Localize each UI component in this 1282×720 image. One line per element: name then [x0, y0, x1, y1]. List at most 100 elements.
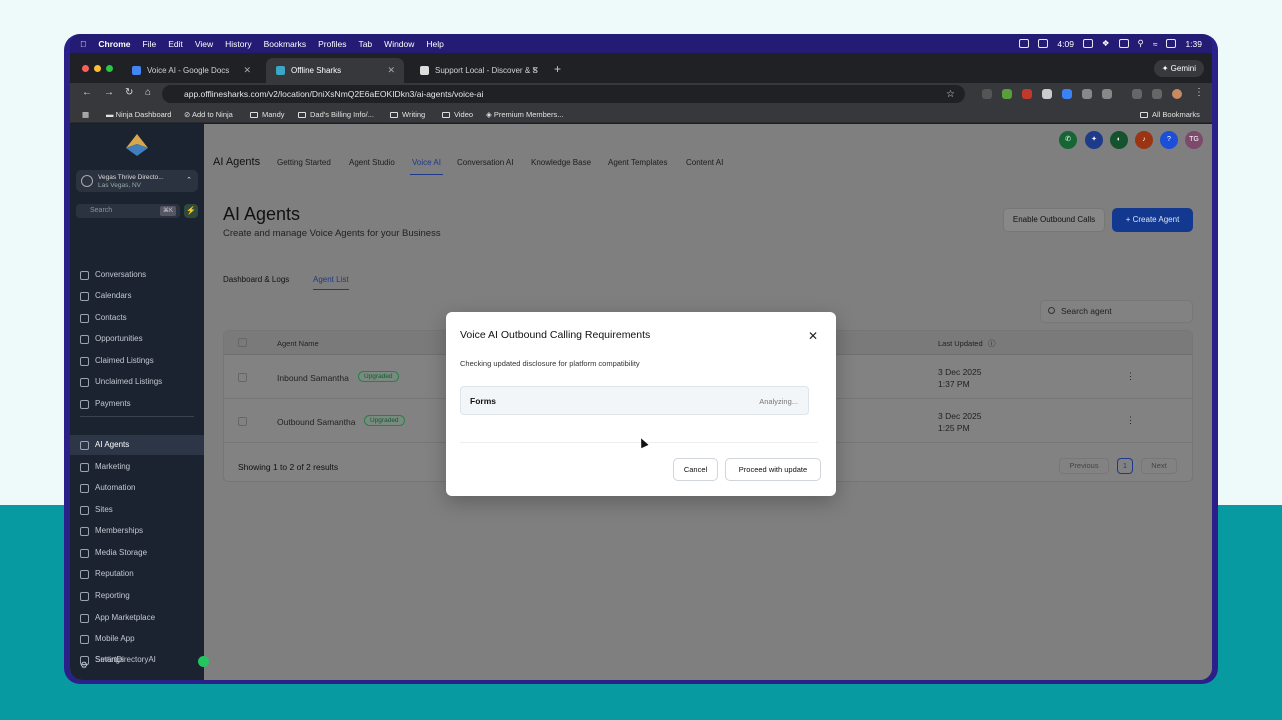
search-icon[interactable]: ⚲: [1138, 38, 1144, 49]
menu-history[interactable]: History: [225, 39, 251, 49]
close-tab-icon[interactable]: ✕: [531, 65, 539, 76]
menu-tab[interactable]: Tab: [358, 39, 372, 49]
wifi-icon[interactable]: ≈: [1153, 39, 1158, 49]
pagination-previous-button[interactable]: Previous: [1059, 458, 1109, 474]
pagination-next-button[interactable]: Next: [1141, 458, 1177, 474]
tab-agent-templates[interactable]: Agent Templates: [608, 158, 667, 167]
row-menu-icon[interactable]: ⋮: [1126, 415, 1135, 426]
proceed-with-update-button[interactable]: Proceed with update: [725, 458, 821, 481]
close-tab-icon[interactable]: ✕: [243, 65, 251, 76]
notification-bell-icon[interactable]: ♪: [1135, 131, 1153, 149]
apps-grid-icon[interactable]: ▦: [82, 110, 89, 119]
extension-icon[interactable]: [1082, 89, 1092, 99]
search-agent-input[interactable]: Search agent: [1040, 300, 1193, 323]
address-bar[interactable]: app.offlinesharks.com/v2/location/DniXsN…: [162, 85, 965, 103]
timer-readout[interactable]: 4:09: [1057, 39, 1074, 49]
subtab-dashboard-logs[interactable]: Dashboard & Logs: [223, 275, 289, 284]
sparkle-icon[interactable]: ✦: [1085, 131, 1103, 149]
download-icon[interactable]: [1152, 89, 1162, 99]
sidebar-item-calendars[interactable]: Calendars: [70, 286, 204, 306]
pagination-page-button[interactable]: 1: [1117, 458, 1133, 474]
bookmark-folder[interactable]: Writing: [390, 110, 425, 119]
browser-tab[interactable]: Support Local - Discover & S ✕: [410, 58, 548, 83]
tab-agent-studio[interactable]: Agent Studio: [349, 158, 395, 167]
extensions-puzzle-icon[interactable]: [1102, 89, 1112, 99]
quick-action-bolt-icon[interactable]: ⚡: [184, 204, 198, 218]
sidebar-item-automation[interactable]: Automation: [70, 478, 204, 498]
bookmark-item[interactable]: ◈ Premium Members...: [486, 110, 563, 119]
close-window-icon[interactable]: [82, 65, 89, 72]
menu-help[interactable]: Help: [426, 39, 443, 49]
browser-menu-icon[interactable]: ⋮: [1194, 87, 1204, 98]
sidebar-item-contacts[interactable]: Contacts: [70, 308, 204, 328]
calendar-extension-icon[interactable]: [1022, 89, 1032, 99]
location-switcher[interactable]: Vegas Thrive Directo... Las Vegas, NV ⌃: [76, 170, 198, 192]
screen-icon[interactable]: [1118, 39, 1129, 48]
phone-call-icon[interactable]: ✆: [1059, 131, 1077, 149]
tab-voice-ai[interactable]: Voice AI: [410, 158, 443, 175]
battery-icon[interactable]: [1166, 39, 1177, 48]
new-tab-icon[interactable]: +: [554, 62, 561, 76]
minimize-window-icon[interactable]: [94, 65, 101, 72]
sidebar-item-memberships[interactable]: Memberships: [70, 521, 204, 541]
browser-tab-active[interactable]: Offline Sharks ✕: [266, 58, 404, 83]
sidebar-item-app-marketplace[interactable]: App Marketplace: [70, 608, 204, 628]
status-icon[interactable]: [1038, 39, 1049, 48]
gemini-button[interactable]: ✦ Gemini: [1153, 60, 1204, 77]
extension-icon[interactable]: [1062, 89, 1072, 99]
sidebar-item-opportunities[interactable]: Opportunities: [70, 329, 204, 349]
row-checkbox[interactable]: [238, 373, 247, 382]
tab-conversation-ai[interactable]: Conversation AI: [457, 158, 513, 167]
menu-edit[interactable]: Edit: [168, 39, 183, 49]
sidebar-item-reporting[interactable]: Reporting: [70, 586, 204, 606]
close-icon[interactable]: ✕: [808, 329, 818, 343]
sidebar-item-unclaimed-listings[interactable]: Unclaimed Listings: [70, 372, 204, 392]
agent-name[interactable]: Inbound Samantha: [277, 373, 349, 383]
info-icon[interactable]: ⓘ: [988, 338, 996, 349]
back-icon[interactable]: ←: [82, 87, 92, 98]
side-panel-icon[interactable]: [1132, 89, 1142, 99]
menu-profiles[interactable]: Profiles: [318, 39, 346, 49]
bookmark-item[interactable]: ⊘ Add to Ninja: [184, 110, 233, 119]
user-avatar[interactable]: TG: [1185, 131, 1203, 149]
sidebar-item-reputation[interactable]: Reputation: [70, 564, 204, 584]
sidebar-item-marketing[interactable]: Marketing: [70, 457, 204, 477]
sidebar-search[interactable]: Search ⌘K: [76, 204, 180, 218]
bookmark-star-icon[interactable]: ☆: [946, 89, 955, 100]
browser-tab[interactable]: Voice AI - Google Docs ✕: [122, 58, 260, 83]
create-agent-button[interactable]: + Create Agent: [1112, 208, 1193, 232]
sidebar-item-ai-agents[interactable]: AI Agents: [70, 435, 204, 455]
menu-file[interactable]: File: [143, 39, 157, 49]
row-menu-icon[interactable]: ⋮: [1126, 371, 1135, 382]
dropbox-icon[interactable]: ❖: [1102, 38, 1110, 49]
extension-icon[interactable]: [1002, 89, 1012, 99]
menu-window[interactable]: Window: [384, 39, 414, 49]
bookmark-folder[interactable]: Dad's Billing Info/...: [298, 110, 374, 119]
sidebar-item-sites[interactable]: Sites: [70, 500, 204, 520]
menu-bookmarks[interactable]: Bookmarks: [264, 39, 307, 49]
all-bookmarks[interactable]: All Bookmarks: [1140, 110, 1200, 119]
sidebar-item-payments[interactable]: Payments: [70, 394, 204, 414]
maximize-window-icon[interactable]: [106, 65, 113, 72]
agent-name[interactable]: Outbound Samantha: [277, 417, 355, 427]
sidebar-item-mobile-app[interactable]: Mobile App: [70, 629, 204, 649]
row-checkbox[interactable]: [238, 417, 247, 426]
sidebar-item-media-storage[interactable]: Media Storage: [70, 543, 204, 563]
select-all-checkbox[interactable]: [238, 338, 247, 347]
status-icon[interactable]: [1019, 39, 1030, 48]
pen-extension-icon[interactable]: [1042, 89, 1052, 99]
sidebar-item-conversations[interactable]: Conversations: [70, 265, 204, 285]
menu-chrome[interactable]: Chrome: [98, 39, 130, 49]
close-tab-icon[interactable]: ✕: [387, 65, 395, 76]
extension-icon[interactable]: [982, 89, 992, 99]
sidebar-item-settings[interactable]: ⚙ Settings: [70, 650, 204, 670]
tab-getting-started[interactable]: Getting Started: [277, 158, 331, 167]
enable-outbound-calls-button[interactable]: Enable Outbound Calls: [1003, 208, 1105, 232]
bookmark-folder[interactable]: Video: [442, 110, 473, 119]
bookmark-item[interactable]: ▬ Ninja Dashboard: [106, 110, 171, 119]
subtab-agent-list[interactable]: Agent List: [313, 275, 349, 290]
tab-content-ai[interactable]: Content AI: [686, 158, 723, 167]
help-icon[interactable]: ?: [1160, 131, 1178, 149]
profile-avatar[interactable]: [1172, 89, 1182, 99]
sidebar-item-claimed-listings[interactable]: Claimed Listings: [70, 351, 204, 371]
